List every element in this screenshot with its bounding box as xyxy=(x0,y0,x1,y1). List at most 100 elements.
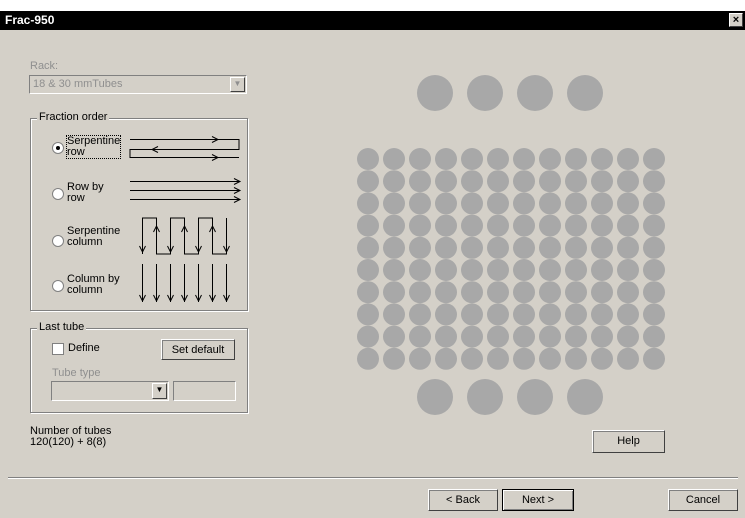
small-tube xyxy=(487,236,509,259)
serpentine-row-diagram xyxy=(129,136,240,161)
small-tube xyxy=(539,325,561,348)
small-tube xyxy=(565,148,587,170)
small-tube xyxy=(435,192,457,215)
define-label: Define xyxy=(68,342,100,354)
small-tube xyxy=(591,281,613,304)
small-tube xyxy=(643,214,665,237)
small-tube xyxy=(383,281,405,304)
serpentine-column-label[interactable]: Serpentine column xyxy=(67,226,120,248)
small-tube xyxy=(643,303,665,326)
small-tube xyxy=(435,303,457,326)
small-tube xyxy=(487,281,509,304)
small-tube xyxy=(357,303,379,326)
tube-type-field[interactable] xyxy=(173,381,236,401)
small-tube xyxy=(565,325,587,348)
large-tube xyxy=(567,75,603,111)
help-button[interactable]: Help xyxy=(592,430,665,453)
radio-column-by-column[interactable] xyxy=(52,280,64,292)
small-tube xyxy=(461,281,483,304)
small-tube xyxy=(383,303,405,326)
small-tube xyxy=(643,325,665,348)
close-icon[interactable]: × xyxy=(729,13,743,27)
rack-value: 18 & 30 mmTubes xyxy=(33,78,123,90)
row-by-row-label[interactable]: Row by row xyxy=(67,182,104,204)
chevron-down-icon[interactable]: ▼ xyxy=(230,77,245,92)
small-tube xyxy=(487,347,509,370)
small-tube xyxy=(487,192,509,215)
define-checkbox[interactable] xyxy=(52,343,64,355)
column-by-column-label[interactable]: Column by column xyxy=(67,274,120,296)
small-tube xyxy=(617,148,639,170)
small-tube xyxy=(617,192,639,215)
small-tube xyxy=(591,170,613,193)
small-tube xyxy=(617,236,639,259)
tube-type-select[interactable]: ▼ xyxy=(51,381,169,401)
small-tube xyxy=(565,192,587,215)
small-tube xyxy=(591,259,613,281)
small-tube xyxy=(513,148,535,170)
small-tube xyxy=(591,192,613,215)
small-tube xyxy=(539,148,561,170)
small-tube xyxy=(461,148,483,170)
small-tube xyxy=(409,303,431,326)
next-button[interactable]: Next > xyxy=(502,489,574,511)
small-tube xyxy=(643,170,665,193)
small-tube xyxy=(409,148,431,170)
back-button[interactable]: < Back xyxy=(428,489,498,511)
dialog-body: Rack: 18 & 30 mmTubes ▼ Fraction order S… xyxy=(0,30,745,518)
small-tube xyxy=(617,214,639,237)
small-tube xyxy=(539,303,561,326)
serpentine-row-label[interactable]: Serpentine row xyxy=(65,135,122,159)
small-tube xyxy=(487,325,509,348)
small-tube xyxy=(513,281,535,304)
small-tube xyxy=(565,170,587,193)
radio-row-by-row[interactable] xyxy=(52,188,64,200)
small-tube xyxy=(357,192,379,215)
small-tube xyxy=(383,148,405,170)
small-tube xyxy=(357,214,379,237)
serpentine-column-diagram xyxy=(139,217,230,255)
small-tube xyxy=(513,325,535,348)
footer-separator xyxy=(8,477,738,479)
set-default-button[interactable]: Set default xyxy=(161,339,235,360)
small-tube xyxy=(461,214,483,237)
cancel-button[interactable]: Cancel xyxy=(668,489,738,511)
small-tube xyxy=(617,170,639,193)
small-tube xyxy=(435,148,457,170)
small-tube xyxy=(565,259,587,281)
small-tube xyxy=(357,148,379,170)
small-tube xyxy=(435,347,457,370)
small-tube xyxy=(461,347,483,370)
small-tube xyxy=(383,259,405,281)
small-tube xyxy=(487,148,509,170)
large-tube xyxy=(467,75,503,111)
small-tube xyxy=(539,214,561,237)
small-tube xyxy=(591,303,613,326)
small-tube xyxy=(409,192,431,215)
tube-type-label: Tube type xyxy=(52,367,101,379)
radio-serpentine-row[interactable] xyxy=(52,142,64,154)
radio-serpentine-column[interactable] xyxy=(52,235,64,247)
small-tube xyxy=(617,325,639,348)
small-tube xyxy=(435,259,457,281)
small-tube xyxy=(591,214,613,237)
number-of-tubes-value: 120(120) + 8(8) xyxy=(30,436,107,448)
rack-label: Rack: xyxy=(30,60,59,72)
chevron-down-icon[interactable]: ▼ xyxy=(152,383,167,399)
large-tube xyxy=(467,379,503,415)
small-tube xyxy=(461,325,483,348)
small-tube xyxy=(383,236,405,259)
small-tube xyxy=(617,259,639,281)
rack-select[interactable]: 18 & 30 mmTubes ▼ xyxy=(29,75,247,94)
small-tube xyxy=(591,325,613,348)
small-tube xyxy=(383,170,405,193)
small-tube xyxy=(539,170,561,193)
small-tube xyxy=(383,214,405,237)
small-tube xyxy=(435,325,457,348)
rack-graphic xyxy=(357,75,665,415)
small-tube xyxy=(383,192,405,215)
small-tube xyxy=(383,325,405,348)
fraction-order-legend: Fraction order xyxy=(37,111,110,123)
small-tube xyxy=(617,303,639,326)
last-tube-legend: Last tube xyxy=(37,321,87,333)
